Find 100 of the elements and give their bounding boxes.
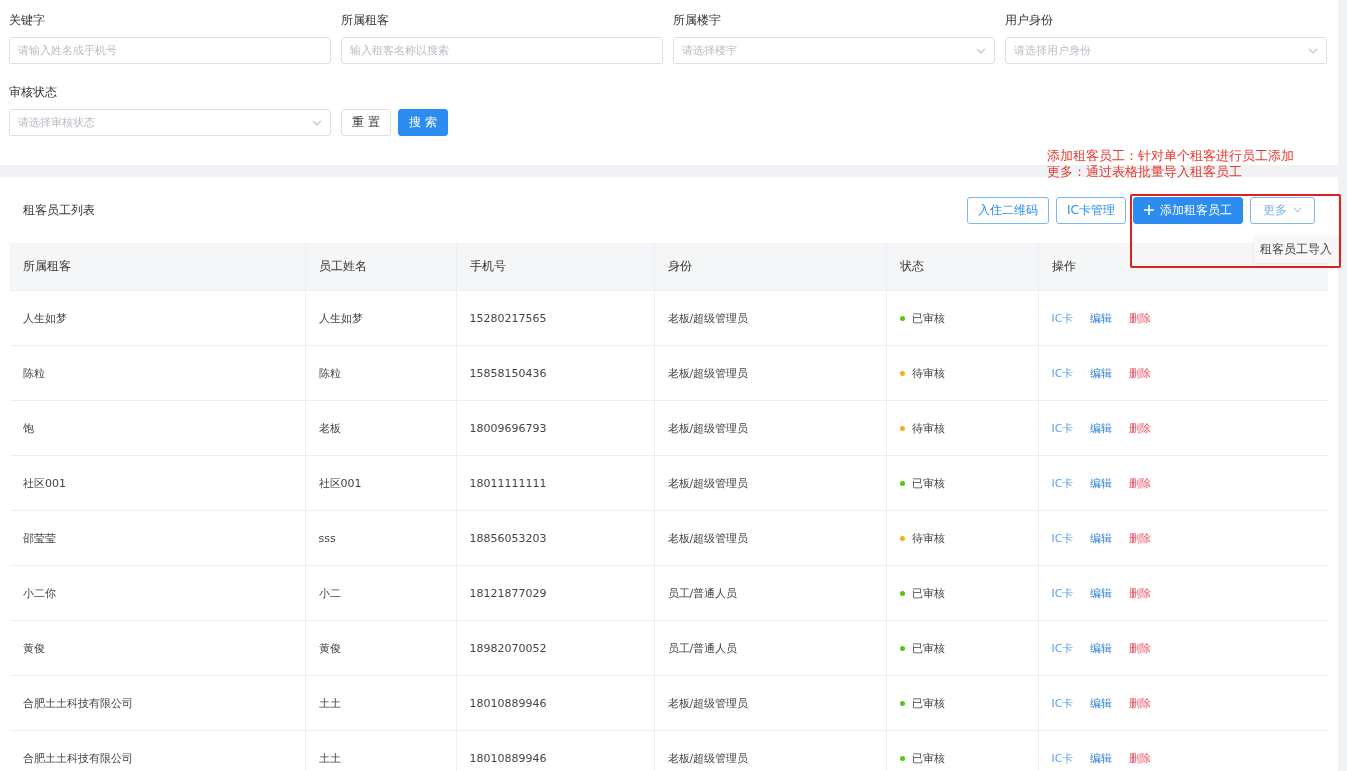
table-cell: 土土: [305, 730, 456, 771]
ic-card-link[interactable]: IC卡: [1051, 365, 1074, 381]
chevron-down-icon: [1308, 47, 1318, 54]
table-cell: 员工/普通人员: [654, 620, 886, 676]
column-header: 手机号: [456, 243, 654, 291]
table-cell: 老板/超级管理员: [654, 290, 886, 346]
edit-link[interactable]: 编辑: [1090, 365, 1113, 381]
delete-link[interactable]: 删除: [1129, 695, 1152, 711]
input-field[interactable]: 输入租客名称以搜索: [341, 37, 663, 64]
status-text: 待审核: [911, 420, 945, 436]
table-cell: 社区001: [10, 455, 305, 511]
table-cell: 15280217565: [456, 290, 654, 346]
status-text: 已审核: [911, 695, 945, 711]
status-text: 待审核: [911, 530, 945, 546]
table-cell: 18121877029: [456, 565, 654, 621]
ic-card-link[interactable]: IC卡: [1051, 750, 1074, 766]
table-cell: 老板/超级管理员: [654, 345, 886, 401]
delete-link[interactable]: 删除: [1129, 585, 1152, 601]
table-cell: 老板/超级管理员: [654, 510, 886, 566]
search-button[interactable]: 搜 索: [397, 109, 448, 136]
chevron-down-icon: [1293, 207, 1302, 213]
table-cell: 土土: [305, 675, 456, 731]
annotation-text: 添加租客员工：针对单个租客进行员工添加: [1047, 148, 1294, 164]
edit-link[interactable]: 编辑: [1090, 420, 1113, 436]
table-cell: 社区001: [305, 455, 456, 511]
table-cell: 老板/超级管理员: [654, 455, 886, 511]
table-cell: 小二: [305, 565, 456, 621]
select-field[interactable]: 请选择用户身份: [1005, 37, 1327, 64]
table-cell: 邵莹莹: [10, 510, 305, 566]
ic-card-link[interactable]: IC卡: [1051, 585, 1074, 601]
delete-link[interactable]: 删除: [1129, 475, 1152, 491]
status-text: 已审核: [911, 750, 945, 766]
delete-link[interactable]: 删除: [1129, 310, 1152, 326]
delete-link[interactable]: 删除: [1129, 365, 1152, 381]
edit-link[interactable]: 编辑: [1090, 530, 1113, 546]
status-text: 已审核: [911, 310, 945, 326]
delete-link[interactable]: 删除: [1129, 420, 1152, 436]
table-cell: 18010889946: [456, 675, 654, 731]
table-cell: 老板/超级管理员: [654, 400, 886, 456]
column-header: 状态: [886, 243, 1038, 291]
more-dropdown-button[interactable]: 更多: [1250, 196, 1315, 224]
table-cell: sss: [305, 510, 456, 566]
select-field[interactable]: 请选择楼宇: [673, 37, 995, 64]
filter-label: 所属楼宇: [673, 12, 722, 29]
ic-card-link[interactable]: IC卡: [1051, 310, 1074, 326]
table-cell: 人生如梦: [10, 290, 305, 346]
table-cell: 18011111111: [456, 455, 654, 511]
filter-label: 关键字: [9, 12, 46, 29]
ic-card-link[interactable]: IC卡: [1051, 475, 1074, 491]
table-cell: 黄俊: [305, 620, 456, 676]
column-header: 员工姓名: [305, 243, 456, 291]
chevron-down-icon: [976, 47, 986, 54]
plus-icon: [1144, 205, 1154, 215]
filter-label: 所属租客: [341, 12, 390, 29]
edit-link[interactable]: 编辑: [1090, 585, 1113, 601]
edit-link[interactable]: 编辑: [1090, 695, 1113, 711]
column-header: 所属租客: [10, 243, 305, 291]
edit-link[interactable]: 编辑: [1090, 475, 1113, 491]
table-cell: 18856053203: [456, 510, 654, 566]
table-cell: 18010889946: [456, 730, 654, 771]
table-cell: 黄俊: [10, 620, 305, 676]
status-text: 已审核: [911, 475, 945, 491]
status-text: 待审核: [911, 365, 945, 381]
status-text: 已审核: [911, 640, 945, 656]
dropdown-menu-item[interactable]: 租客员工导入: [1254, 236, 1338, 263]
ic-card-link[interactable]: IC卡: [1051, 640, 1074, 656]
table-cell: 老板/超级管理员: [654, 730, 886, 771]
toolbar-button[interactable]: IC卡管理: [1056, 196, 1126, 224]
table-cell: 合肥土土科技有限公司: [10, 730, 305, 771]
table-cell: 15858150436: [456, 345, 654, 401]
table-cell: 合肥土土科技有限公司: [10, 675, 305, 731]
annotation-text: 更多：通过表格批量导入租客员工: [1047, 164, 1243, 180]
delete-link[interactable]: 删除: [1129, 750, 1152, 766]
chevron-down-icon: [312, 119, 322, 126]
edit-link[interactable]: 编辑: [1090, 640, 1113, 656]
table-cell: 员工/普通人员: [654, 565, 886, 621]
toolbar-button[interactable]: 入住二维码: [967, 196, 1050, 224]
table-cell: 老板/超级管理员: [654, 675, 886, 731]
status-text: 已审核: [911, 585, 945, 601]
ic-card-link[interactable]: IC卡: [1051, 420, 1074, 436]
edit-link[interactable]: 编辑: [1090, 750, 1113, 766]
reset-button[interactable]: 重 置: [341, 109, 391, 136]
table-cell: 陈粒: [10, 345, 305, 401]
table-cell: 人生如梦: [305, 290, 456, 346]
ic-card-link[interactable]: IC卡: [1051, 695, 1074, 711]
table-cell: 老板: [305, 400, 456, 456]
table-cell: 饱: [10, 400, 305, 456]
add-button[interactable]: 添加租客员工: [1133, 196, 1243, 224]
ic-card-link[interactable]: IC卡: [1051, 530, 1074, 546]
filter-label: 审核状态: [9, 84, 58, 101]
column-header: 身份: [654, 243, 886, 291]
delete-link[interactable]: 删除: [1129, 640, 1152, 656]
table-cell: 陈粒: [305, 345, 456, 401]
filter-label: 用户身份: [1005, 12, 1054, 29]
select-field[interactable]: 请选择审核状态: [9, 109, 331, 136]
table-title: 租客员工列表: [23, 201, 95, 219]
table-cell: 小二你: [10, 565, 305, 621]
table-cell: 18009696793: [456, 400, 654, 456]
edit-link[interactable]: 编辑: [1090, 310, 1113, 326]
delete-link[interactable]: 删除: [1129, 530, 1152, 546]
